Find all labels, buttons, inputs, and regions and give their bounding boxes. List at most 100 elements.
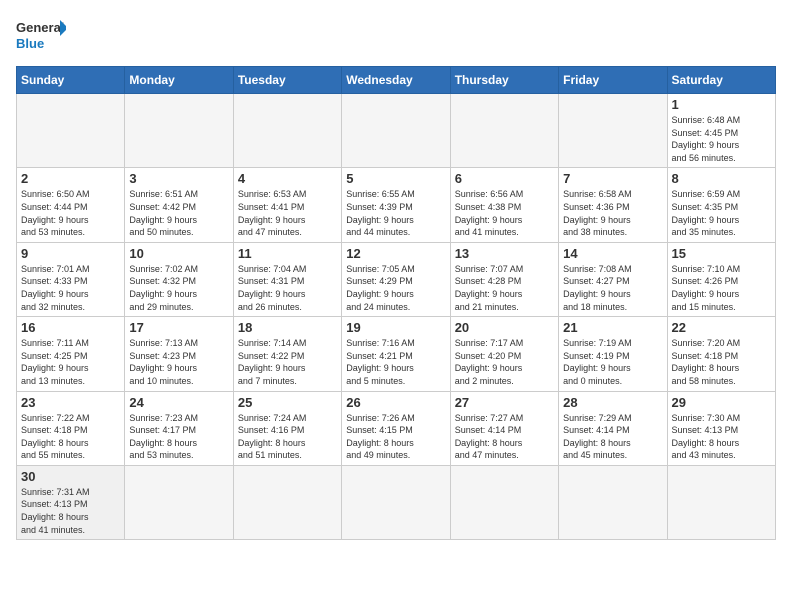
logo-svg: General Blue	[16, 16, 66, 56]
day-number: 18	[238, 320, 337, 335]
day-header-saturday: Saturday	[667, 67, 775, 94]
calendar-cell: 6Sunrise: 6:56 AM Sunset: 4:38 PM Daylig…	[450, 168, 558, 242]
day-info: Sunrise: 7:24 AM Sunset: 4:16 PM Dayligh…	[238, 412, 337, 462]
day-number: 26	[346, 395, 445, 410]
svg-text:Blue: Blue	[16, 36, 44, 51]
day-info: Sunrise: 7:30 AM Sunset: 4:13 PM Dayligh…	[672, 412, 771, 462]
day-number: 22	[672, 320, 771, 335]
day-header-thursday: Thursday	[450, 67, 558, 94]
day-header-tuesday: Tuesday	[233, 67, 341, 94]
calendar-cell: 28Sunrise: 7:29 AM Sunset: 4:14 PM Dayli…	[559, 391, 667, 465]
day-number: 3	[129, 171, 228, 186]
calendar-cell: 3Sunrise: 6:51 AM Sunset: 4:42 PM Daylig…	[125, 168, 233, 242]
day-info: Sunrise: 7:16 AM Sunset: 4:21 PM Dayligh…	[346, 337, 445, 387]
calendar-cell	[125, 94, 233, 168]
day-number: 10	[129, 246, 228, 261]
calendar-cell: 18 Sunrise: 7:14 AM Sunset: 4:22 PM Dayli…	[233, 317, 341, 391]
calendar-cell: 25Sunrise: 7:24 AM Sunset: 4:16 PM Dayli…	[233, 391, 341, 465]
day-number: 13	[455, 246, 554, 261]
calendar-cell: 14 Sunrise: 7:08 AM Sunset: 4:27 PM Dayli…	[559, 242, 667, 316]
day-number: 2	[21, 171, 120, 186]
day-info: Sunrise: 7:20 AM Sunset: 4:18 PM Dayligh…	[672, 337, 771, 387]
calendar-cell: 21 Sunrise: 7:19 AM Sunset: 4:19 PM Dayli…	[559, 317, 667, 391]
day-number: 27	[455, 395, 554, 410]
calendar-cell	[450, 465, 558, 539]
day-info: Sunrise: 7:04 AM Sunset: 4:31 PM Dayligh…	[238, 263, 337, 313]
calendar-cell: 5Sunrise: 6:55 AM Sunset: 4:39 PM Daylig…	[342, 168, 450, 242]
day-info: Sunrise: 7:02 AM Sunset: 4:32 PM Dayligh…	[129, 263, 228, 313]
day-info: Sunrise: 6:50 AM Sunset: 4:44 PM Dayligh…	[21, 188, 120, 238]
svg-text:General: General	[16, 20, 64, 35]
day-number: 7	[563, 171, 662, 186]
day-info: Sunrise: 7:10 AM Sunset: 4:26 PM Dayligh…	[672, 263, 771, 313]
calendar-cell: 19 Sunrise: 7:16 AM Sunset: 4:21 PM Dayli…	[342, 317, 450, 391]
page-header: General Blue	[16, 16, 776, 56]
day-info: Sunrise: 7:14 AM Sunset: 4:22 PM Dayligh…	[238, 337, 337, 387]
day-number: 8	[672, 171, 771, 186]
calendar-cell: 15 Sunrise: 7:10 AM Sunset: 4:26 PM Dayli…	[667, 242, 775, 316]
day-number: 11	[238, 246, 337, 261]
day-info: Sunrise: 7:08 AM Sunset: 4:27 PM Dayligh…	[563, 263, 662, 313]
calendar-week-1: 2 Sunrise: 6:50 AM Sunset: 4:44 PM Daylig…	[17, 168, 776, 242]
calendar-cell: 4 Sunrise: 6:53 AM Sunset: 4:41 PM Daylig…	[233, 168, 341, 242]
calendar-week-0: 1 Sunrise: 6:48 AM Sunset: 4:45 PM Daylig…	[17, 94, 776, 168]
day-info: Sunrise: 7:13 AM Sunset: 4:23 PM Dayligh…	[129, 337, 228, 387]
day-info: Sunrise: 7:19 AM Sunset: 4:19 PM Dayligh…	[563, 337, 662, 387]
calendar-cell	[125, 465, 233, 539]
day-number: 15	[672, 246, 771, 261]
day-header-friday: Friday	[559, 67, 667, 94]
day-info: Sunrise: 6:53 AM Sunset: 4:41 PM Dayligh…	[238, 188, 337, 238]
day-number: 19	[346, 320, 445, 335]
calendar-cell	[17, 94, 125, 168]
calendar-cell	[342, 465, 450, 539]
calendar-week-2: 9Sunrise: 7:01 AM Sunset: 4:33 PM Daylig…	[17, 242, 776, 316]
day-number: 12	[346, 246, 445, 261]
calendar-cell	[233, 465, 341, 539]
day-number: 14	[563, 246, 662, 261]
calendar-table: SundayMondayTuesdayWednesdayThursdayFrid…	[16, 66, 776, 540]
day-info: Sunrise: 7:22 AM Sunset: 4:18 PM Dayligh…	[21, 412, 120, 462]
calendar-cell: 7Sunrise: 6:58 AM Sunset: 4:36 PM Daylig…	[559, 168, 667, 242]
calendar-cell: 1 Sunrise: 6:48 AM Sunset: 4:45 PM Daylig…	[667, 94, 775, 168]
day-number: 4	[238, 171, 337, 186]
day-header-sunday: Sunday	[17, 67, 125, 94]
calendar-cell: 26 Sunrise: 7:26 AM Sunset: 4:15 PM Dayli…	[342, 391, 450, 465]
day-info: Sunrise: 7:11 AM Sunset: 4:25 PM Dayligh…	[21, 337, 120, 387]
day-info: Sunrise: 7:26 AM Sunset: 4:15 PM Dayligh…	[346, 412, 445, 462]
calendar-week-5: 30Sunrise: 7:31 AM Sunset: 4:13 PM Dayli…	[17, 465, 776, 539]
calendar-cell: 24 Sunrise: 7:23 AM Sunset: 4:17 PM Dayli…	[125, 391, 233, 465]
day-info: Sunrise: 7:07 AM Sunset: 4:28 PM Dayligh…	[455, 263, 554, 313]
calendar-cell: 17 Sunrise: 7:13 AM Sunset: 4:23 PM Dayli…	[125, 317, 233, 391]
calendar-cell: 2 Sunrise: 6:50 AM Sunset: 4:44 PM Daylig…	[17, 168, 125, 242]
calendar-cell: 9Sunrise: 7:01 AM Sunset: 4:33 PM Daylig…	[17, 242, 125, 316]
day-number: 17	[129, 320, 228, 335]
day-number: 24	[129, 395, 228, 410]
calendar-cell	[233, 94, 341, 168]
calendar-cell: 29Sunrise: 7:30 AM Sunset: 4:13 PM Dayli…	[667, 391, 775, 465]
calendar-cell	[342, 94, 450, 168]
day-info: Sunrise: 7:29 AM Sunset: 4:14 PM Dayligh…	[563, 412, 662, 462]
calendar-cell: 22 Sunrise: 7:20 AM Sunset: 4:18 PM Dayli…	[667, 317, 775, 391]
day-info: Sunrise: 7:23 AM Sunset: 4:17 PM Dayligh…	[129, 412, 228, 462]
day-number: 1	[672, 97, 771, 112]
calendar-header-row: SundayMondayTuesdayWednesdayThursdayFrid…	[17, 67, 776, 94]
day-info: Sunrise: 7:05 AM Sunset: 4:29 PM Dayligh…	[346, 263, 445, 313]
day-number: 20	[455, 320, 554, 335]
day-info: Sunrise: 7:17 AM Sunset: 4:20 PM Dayligh…	[455, 337, 554, 387]
day-number: 23	[21, 395, 120, 410]
day-number: 16	[21, 320, 120, 335]
calendar-cell	[559, 465, 667, 539]
day-number: 21	[563, 320, 662, 335]
day-number: 30	[21, 469, 120, 484]
day-header-wednesday: Wednesday	[342, 67, 450, 94]
calendar-cell: 20 Sunrise: 7:17 AM Sunset: 4:20 PM Dayli…	[450, 317, 558, 391]
calendar-cell: 23 Sunrise: 7:22 AM Sunset: 4:18 PM Dayli…	[17, 391, 125, 465]
calendar-cell: 8Sunrise: 6:59 AM Sunset: 4:35 PM Daylig…	[667, 168, 775, 242]
calendar-cell: 27Sunrise: 7:27 AM Sunset: 4:14 PM Dayli…	[450, 391, 558, 465]
day-info: Sunrise: 6:48 AM Sunset: 4:45 PM Dayligh…	[672, 114, 771, 164]
calendar-cell: 10 Sunrise: 7:02 AM Sunset: 4:32 PM Dayli…	[125, 242, 233, 316]
calendar-cell: 12 Sunrise: 7:05 AM Sunset: 4:29 PM Dayli…	[342, 242, 450, 316]
day-info: Sunrise: 7:01 AM Sunset: 4:33 PM Dayligh…	[21, 263, 120, 313]
calendar-cell: 11 Sunrise: 7:04 AM Sunset: 4:31 PM Dayli…	[233, 242, 341, 316]
logo: General Blue	[16, 16, 66, 56]
